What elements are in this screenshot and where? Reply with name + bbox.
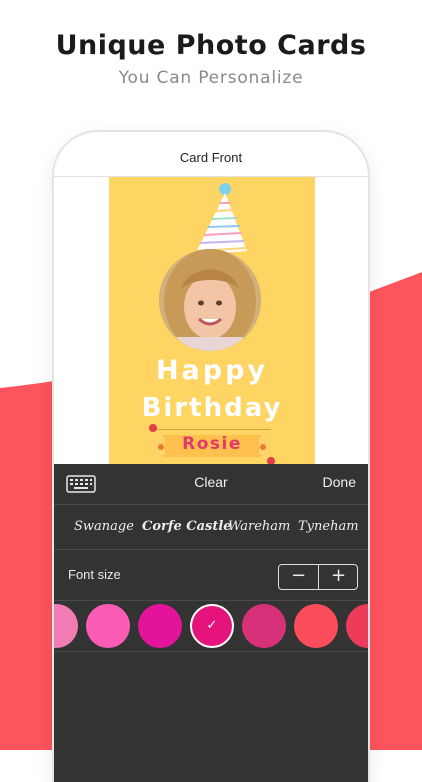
card-canvas: Happy Birthday Rosie (54, 177, 368, 465)
color-swatch[interactable] (54, 604, 78, 648)
font-size-decrease-button[interactable]: − (279, 565, 318, 589)
edit-toolbar: Clear Done (54, 464, 368, 505)
color-swatch[interactable] (346, 604, 368, 648)
phone-frame: Card Front Happy Birthday Rosie Clear Do… (54, 132, 368, 782)
child-photo[interactable] (159, 249, 261, 351)
edit-panel: Clear Done Swanage Corfe Castle Wareham … (54, 464, 368, 782)
selection-box (153, 429, 271, 460)
color-swatch[interactable] (242, 604, 286, 648)
card-text-birthday[interactable]: Birthday (109, 393, 315, 423)
done-button[interactable]: Done (316, 474, 356, 490)
party-hat-icon (195, 183, 247, 255)
font-size-row: Font size − + (54, 550, 368, 601)
color-swatch[interactable] (294, 604, 338, 648)
font-size-stepper: − + (278, 564, 358, 590)
color-swatch[interactable] (138, 604, 182, 648)
font-option-corfe-castle[interactable]: Corfe Castle (142, 519, 232, 534)
clear-button[interactable]: Clear (184, 474, 238, 490)
card-text-happy[interactable]: Happy (109, 355, 315, 386)
photo-image (159, 249, 261, 351)
nav-title: Card Front (179, 150, 243, 165)
color-swatch[interactable]: ✓ (190, 604, 234, 648)
checkmark-icon: ✓ (206, 618, 218, 633)
font-picker: Swanage Corfe Castle Wareham Tyneham (54, 505, 368, 550)
color-swatch[interactable] (86, 604, 130, 648)
card-preview[interactable]: Happy Birthday Rosie (109, 177, 315, 465)
font-option-tyneham[interactable]: Tyneham (298, 519, 359, 534)
keyboard-icon[interactable] (66, 474, 96, 494)
headline: Unique Photo Cards (55, 30, 367, 61)
color-swatches: ✓ (54, 601, 368, 652)
subheadline: You Can Personalize (118, 68, 304, 88)
font-option-wareham[interactable]: Wareham (228, 519, 290, 534)
font-option-swanage[interactable]: Swanage (74, 519, 134, 534)
selection-handle-top-left[interactable] (149, 424, 157, 432)
font-size-label: Font size (68, 567, 121, 582)
font-size-increase-button[interactable]: + (319, 565, 358, 589)
navigation-bar: Card Front (54, 132, 368, 177)
